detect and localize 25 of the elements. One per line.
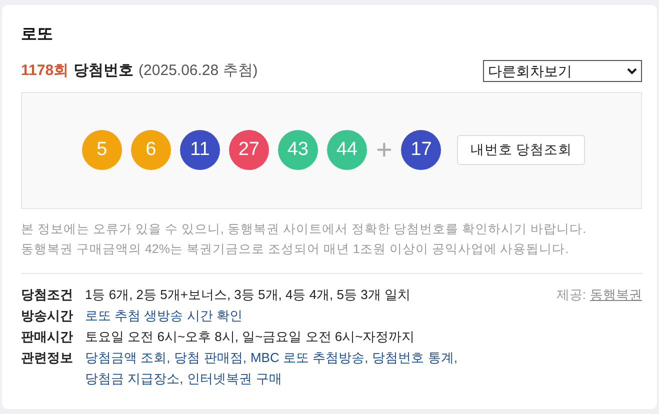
info-text: 1등 6개, 2등 5개+보너스, 3등 5개, 4등 4개, 5등 3개 일치 [85, 286, 410, 304]
round-select[interactable]: 다른회차보기 [483, 60, 642, 82]
round-number: 1178회 [21, 61, 69, 81]
info-link[interactable]: MBC 로또 추첨방송, [250, 346, 368, 368]
info-link[interactable]: 당첨 판매점, [174, 346, 246, 368]
info-label: 관련정보 [21, 348, 74, 366]
info-link[interactable]: 로또 추첨 생방송 시간 확인 [85, 304, 242, 326]
info-label: 방송시간 [21, 306, 74, 324]
source-label: 제공: [556, 286, 586, 304]
source-link[interactable]: 동행복권 [590, 284, 642, 304]
info-text: 토요일 오전 6시~오후 8시, 일~금요일 오전 6시~자정까지 [85, 328, 415, 346]
heading-label: 당첨번호 [74, 61, 134, 81]
info-link[interactable]: 당첨번호 통계, [372, 346, 458, 368]
notice-text: 동행복권 구매금액의 42%는 복권기금으로 조성되어 매년 1조원 이상이 공익사업에 사용됩니다. [21, 240, 570, 258]
info-label: 판매시간 [21, 328, 74, 346]
draw-date: (2025.06.28 추첨) [138, 61, 258, 81]
section-title: 로또 [21, 25, 54, 45]
plus-sign: + [376, 136, 392, 164]
info-label: 당첨조건 [21, 286, 74, 304]
chevron-icon [627, 68, 637, 75]
notice-text: 본 정보에는 오류가 있을 수 있으니, 동행복권 사이트에서 정확한 당첨번호를 확인하시기 바랍니다. [21, 220, 588, 238]
info-link[interactable]: 당첨금액 조회, [85, 346, 170, 368]
info-link[interactable]: 인터넷복권 구매 [187, 368, 282, 388]
info-link[interactable]: 당첨금 지급장소, [85, 368, 184, 388]
check-button[interactable]: 내번호 당첨조회 [457, 135, 586, 165]
